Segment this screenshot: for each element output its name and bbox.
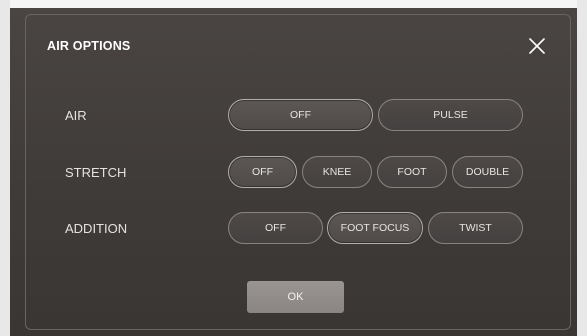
background-top-strip [0, 0, 587, 8]
stretch-option-knee[interactable]: KNEE [302, 156, 372, 188]
background-right-strip [577, 0, 587, 336]
air-options-dialog: AIR OPTIONS AIR OFF PULSE STRETCH OFF KN… [10, 8, 577, 336]
row-label-stretch: STRETCH [65, 165, 127, 180]
stretch-option-foot[interactable]: FOOT [377, 156, 447, 188]
row-label-air: AIR [65, 108, 87, 123]
ok-button[interactable]: OK [247, 281, 344, 313]
stretch-option-off[interactable]: OFF [228, 156, 297, 188]
background-left-strip [0, 0, 10, 336]
row-label-addition: ADDITION [65, 221, 128, 236]
addition-option-off[interactable]: OFF [228, 212, 323, 244]
stretch-option-double[interactable]: DOUBLE [452, 156, 523, 188]
close-icon[interactable] [527, 36, 547, 56]
dialog-title: AIR OPTIONS [47, 39, 131, 53]
addition-option-foot-focus[interactable]: FOOT FOCUS [327, 212, 423, 244]
addition-option-twist[interactable]: TWIST [428, 212, 523, 244]
air-option-off[interactable]: OFF [228, 99, 373, 131]
air-option-pulse[interactable]: PULSE [378, 99, 523, 131]
